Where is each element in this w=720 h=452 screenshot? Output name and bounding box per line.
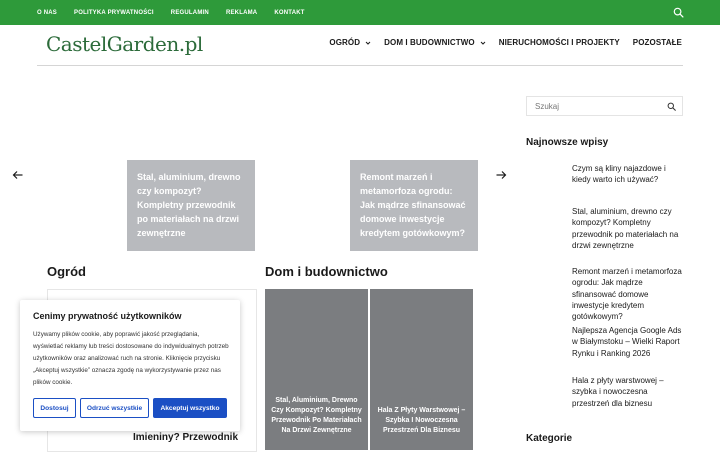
top-nav-link-regulamin[interactable]: REGULAMIN — [171, 10, 209, 16]
post-tile[interactable]: Stal, Aluminium, Drewno Czy Kompozyt? Ko… — [265, 289, 368, 450]
arrow-left-icon[interactable] — [12, 169, 24, 181]
post-tile-title[interactable]: Stal, Aluminium, Drewno Czy Kompozyt? Ko… — [271, 396, 362, 436]
recent-post-link[interactable]: Remont marzeń i metamorfoza ogrodu: Jak … — [572, 266, 684, 322]
nav-item-label: OGRÓD — [329, 38, 361, 47]
nav-item-dom-i-budownictwo[interactable]: DOM I BUDOWNICTWO — [384, 38, 486, 47]
nav-item-nieruchomosci[interactable]: NIERUCHOMOŚCI I PROJEKTY — [499, 38, 620, 47]
cookie-consent-dialog: Cenimy prywatność użytkowników Używamy p… — [20, 300, 240, 431]
top-bar: O NAS POLITYKA PRYWATNOŚCI REGULAMIN REK… — [0, 0, 720, 25]
post-tile[interactable]: Hala Z Płyty Warstwowej – Szybka I Nowoc… — [370, 289, 473, 450]
recent-post-link[interactable]: Stal, aluminium, drewno czy kompozyt? Ko… — [572, 206, 684, 251]
slide-card[interactable]: Stal, aluminium, drewno czy kompozyt? Ko… — [127, 160, 255, 251]
slide-title[interactable]: Remont marzeń i metamorfoza ogrodu: Jak … — [360, 170, 468, 240]
cookie-title: Cenimy prywatność użytkowników — [33, 311, 182, 321]
top-nav-link-reklama[interactable]: REKLAMA — [226, 10, 257, 16]
nav-item-label: POZOSTAŁE — [632, 38, 682, 47]
nav-item-pozostale[interactable]: POZOSTAŁE — [633, 38, 682, 47]
chevron-down-icon — [480, 41, 486, 45]
recent-post-link[interactable]: Hala z płyty warstwowej – szybka i nowoc… — [572, 375, 684, 409]
site-logo[interactable]: CastelGarden.pl — [46, 32, 203, 56]
nav-item-label: DOM I BUDOWNICTWO — [384, 38, 475, 47]
chevron-down-icon — [365, 41, 371, 45]
section-title-ogrod: Ogród — [47, 264, 86, 279]
post-card-title[interactable]: Imieniny? Przewodnik — [133, 432, 238, 443]
cookie-text: Używamy plików cookie, aby poprawić jako… — [33, 331, 229, 386]
top-nav-link-polityka[interactable]: POLITYKA PRYWATNOŚCI — [74, 10, 154, 16]
section-title-dom: Dom i budownictwo — [265, 264, 388, 279]
nav-item-label: NIERUCHOMOŚCI I PROJEKTY — [498, 38, 620, 47]
customize-button[interactable]: Dostosuj — [33, 398, 76, 418]
arrow-right-icon[interactable] — [495, 169, 507, 181]
nav-item-ogrod[interactable]: OGRÓD — [329, 38, 371, 47]
header-divider — [37, 65, 683, 66]
search-icon[interactable] — [673, 7, 684, 18]
slide-card[interactable]: Remont marzeń i metamorfoza ogrodu: Jak … — [350, 160, 478, 251]
recent-post-link[interactable]: Czym są kliny najazdowe i kiedy warto ic… — [572, 163, 684, 186]
search-icon[interactable] — [667, 102, 676, 111]
sidebar-search — [526, 96, 683, 116]
categories-heading: Kategorie — [526, 433, 573, 444]
post-tile-title[interactable]: Hala Z Płyty Warstwowej – Szybka I Nowoc… — [376, 406, 467, 436]
accept-all-button[interactable]: Akceptuj wszystko — [153, 398, 227, 418]
top-nav: O NAS POLITYKA PRYWATNOŚCI REGULAMIN REK… — [37, 0, 322, 25]
top-nav-link-o-nas[interactable]: O NAS — [37, 10, 57, 16]
main-nav: OGRÓD DOM I BUDOWNICTWO NIERUCHOMOŚCI I … — [316, 38, 682, 47]
search-input[interactable] — [535, 100, 655, 112]
recent-post-link[interactable]: Najlepsza Agencja Google Ads w Białymsto… — [572, 325, 684, 359]
top-nav-link-kontakt[interactable]: KONTAKT — [274, 10, 304, 16]
reject-all-button[interactable]: Odrzuć wszystkie — [80, 398, 149, 418]
slide-title[interactable]: Stal, aluminium, drewno czy kompozyt? Ko… — [137, 170, 245, 240]
recent-posts-heading: Najnowsze wpisy — [526, 137, 609, 148]
